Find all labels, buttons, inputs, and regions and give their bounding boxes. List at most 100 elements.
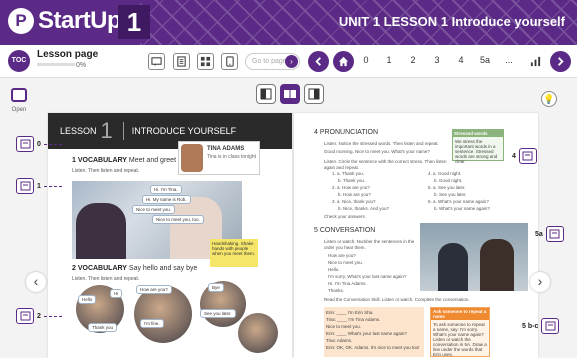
vocab1-heading: 1 VOCABULARY Meet and greet: [72, 157, 176, 164]
conv-line: Thanks.: [328, 288, 345, 293]
pronunciation-title: 4 PRONUNCIATION: [314, 129, 379, 136]
speech-bubble: Nice to meet you.: [132, 205, 176, 214]
page-link-more[interactable]: ...: [500, 55, 518, 65]
back-button[interactable]: [308, 51, 329, 72]
grid-icon: [200, 56, 211, 67]
chevron-right-icon: ›: [537, 273, 543, 289]
greeting-bubble: Hello: [78, 295, 97, 304]
page-right-mode-button[interactable]: [304, 84, 324, 104]
greeting-bubble: Hi: [110, 289, 123, 298]
speech-bubble: Nice to meet you, too.: [152, 215, 204, 224]
forward-arrow-icon: [558, 57, 564, 66]
culture-note: Handshaking. Shake hands with people whe…: [210, 239, 258, 267]
activity-icon: [16, 178, 34, 194]
greeting-bubble: Bye: [208, 283, 224, 292]
go-arrow-icon[interactable]: ›: [285, 55, 298, 68]
greeting-bubble: Thank you: [88, 323, 118, 332]
vocab2-title: 2 VOCABULARY: [72, 265, 127, 272]
page-link-0[interactable]: 0: [357, 55, 375, 65]
marker-label: 1: [37, 182, 41, 190]
character-name: TINA ADAMS: [207, 146, 245, 152]
marker-leader: [43, 315, 62, 317]
conversation-title: 5 CONVERSATION: [314, 227, 376, 234]
speech-bubble: Hi. My name is Rob.: [142, 195, 191, 204]
stressed-box-title: Stressed words: [453, 130, 503, 137]
page-link-1[interactable]: 1: [380, 55, 398, 65]
forward-button[interactable]: [550, 51, 571, 72]
next-page-button[interactable]: ›: [530, 272, 550, 292]
pronunciation-b: Listen. Circle the sentence with the cor…: [324, 159, 447, 170]
conv-line: Hi. I'm Tina Adams.: [328, 281, 367, 286]
activity-marker-2[interactable]: 2: [16, 308, 62, 324]
activity-icon: [16, 308, 34, 324]
character-card: TINA ADAMS Tina is in class tonight: [178, 141, 260, 175]
tina-photo: [181, 144, 203, 172]
single-page-mode-button[interactable]: [256, 84, 276, 104]
stressed-box-text: We stress the important words in a sente…: [455, 139, 498, 164]
lightbulb-icon[interactable]: 💡: [541, 91, 557, 107]
pearson-logo: P: [8, 8, 34, 34]
pron-item: b. What's your name again?: [434, 206, 490, 211]
man-figure: [76, 203, 126, 259]
page-link-4[interactable]: 4: [452, 55, 470, 65]
greeting-photo: [238, 313, 278, 353]
vocab2-heading: 2 VOCABULARY Say hello and say bye: [72, 265, 197, 272]
header-divider: [122, 122, 124, 140]
go-to-page-input[interactable]: Go to page ›: [245, 53, 300, 70]
toolbar: TOC Lesson page 0% Go to page › 0 1 2 3 4…: [0, 45, 577, 78]
double-page-mode-button[interactable]: [280, 84, 300, 104]
lesson-progress-bar: [37, 63, 75, 66]
home-icon: [338, 56, 349, 67]
conversation-a: Listen or watch. Number the sentences in…: [324, 239, 415, 250]
greeting-bubble: I'm fine.: [140, 319, 164, 328]
app-header: P StartUp 1 UNIT 1 LESSON 1 Introduce yo…: [0, 0, 577, 45]
vocab1-subtitle: Meet and greet: [128, 157, 177, 164]
stressed-words-box: Stressed words We stress the important w…: [452, 129, 504, 164]
book-icon: [284, 90, 296, 98]
marker-label: 5 b-c: [522, 322, 539, 330]
home-button[interactable]: [333, 51, 354, 72]
pron-item: 1. a. Thank you.: [332, 171, 365, 176]
activity-marker-5bc[interactable]: 5 b-c: [519, 318, 560, 334]
marker-label: 4: [512, 152, 516, 160]
comment-button[interactable]: [148, 53, 165, 70]
page-link-2[interactable]: 2: [404, 55, 422, 65]
pronunciation-a-line: Good morning. Nice to meet you. What's y…: [324, 149, 430, 154]
pron-item: b. How are you?: [338, 192, 371, 197]
pron-item: b. Thank you.: [338, 178, 366, 183]
activity-icon: [541, 318, 560, 334]
previous-page-button[interactable]: ‹: [26, 272, 46, 292]
left-book-page: LESSON 1 INTRODUCE YOURSELF TINA ADAMS T…: [48, 113, 292, 358]
toc-button[interactable]: TOC: [8, 50, 30, 72]
device-button[interactable]: [221, 53, 238, 70]
tablet-icon: [226, 56, 234, 67]
marker-leader: [43, 185, 62, 187]
page-link-5a[interactable]: 5a: [476, 55, 494, 65]
grid-view-button[interactable]: [197, 53, 214, 70]
man-figure: [438, 243, 468, 291]
pron-item: b. See you later.: [434, 192, 467, 197]
marker-label: 2: [37, 312, 41, 320]
page-link-3[interactable]: 3: [428, 55, 446, 65]
lesson-heading: INTRODUCE YOURSELF: [131, 126, 237, 136]
progress-chart-button[interactable]: [527, 53, 544, 70]
chart-icon: [530, 56, 541, 67]
vocab1-instruction: Listen. Then listen and repeat.: [72, 168, 140, 174]
activity-marker-0[interactable]: 0: [16, 136, 62, 152]
activity-marker-4[interactable]: 4: [509, 148, 537, 164]
dialog-line: Tina: ____ I'm Tina Adams.: [326, 317, 381, 322]
unit-lesson-title: UNIT 1 LESSON 1 Introduce yourself: [338, 14, 565, 29]
conv-line: How are you?: [328, 253, 356, 258]
activity-marker-1[interactable]: 1: [16, 178, 62, 194]
lesson-page-label: Lesson page: [37, 49, 99, 60]
activity-marker-5a[interactable]: 5a: [532, 226, 564, 242]
vocab1-title: 1 VOCABULARY: [72, 157, 127, 164]
pronunciation-c: Check your answers.: [324, 214, 367, 219]
lesson-word: LESSON: [60, 126, 97, 136]
conversation-skill-box: Ask someone to repeat a name To ask some…: [430, 307, 490, 357]
notes-button[interactable]: [173, 53, 190, 70]
conv-line: Hello.: [328, 267, 340, 272]
marker-leader: [43, 143, 62, 145]
open-panel-button[interactable]: Open: [4, 88, 34, 113]
speech-bubble: Hi. I'm Tina.: [150, 185, 182, 194]
